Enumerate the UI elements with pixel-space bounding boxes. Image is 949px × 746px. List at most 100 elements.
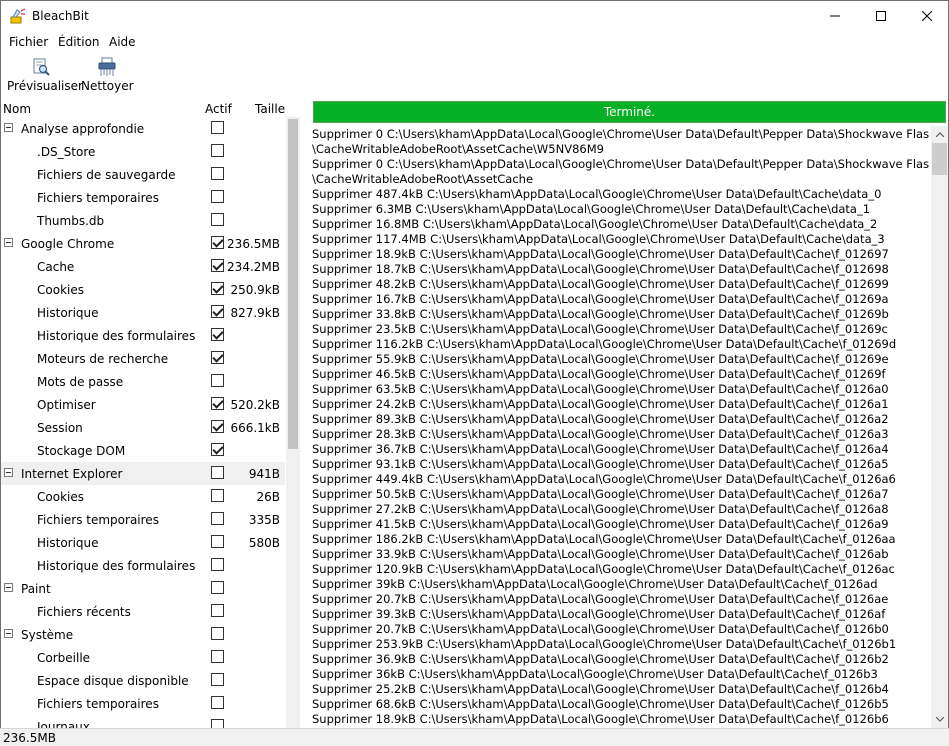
menu-aide[interactable]: Aide [109, 35, 136, 49]
tree-scrollbar-thumb[interactable] [288, 119, 298, 449]
tree-row-size: 234.2MB [227, 260, 280, 274]
tree-option-row[interactable]: Fichiers de sauvegarde [1, 163, 285, 186]
scroll-up-button[interactable] [931, 126, 948, 143]
tree-option-row[interactable]: Cache 234.2MB [1, 255, 285, 278]
tree-row-label: Stockage DOM [37, 444, 126, 458]
column-active[interactable]: Actif [205, 102, 232, 116]
tree-group-row[interactable]: Google Chrome 236.5MB [1, 232, 285, 255]
tree-option-row[interactable]: Cookies 250.9kB [1, 278, 285, 301]
active-checkbox[interactable] [211, 696, 224, 709]
tree-option-row[interactable]: Fichiers temporaires 335B [1, 508, 285, 531]
tree-option-row[interactable]: Historique des formulaires [1, 324, 285, 347]
collapse-icon[interactable] [4, 123, 13, 132]
tree-scrollbar[interactable] [286, 117, 300, 728]
log-line: Supprimer 449.4kB C:\Users\kham\AppData\… [312, 472, 896, 486]
active-checkbox[interactable] [211, 489, 224, 502]
tree-option-row[interactable]: Moteurs de recherche [1, 347, 285, 370]
active-checkbox[interactable] [211, 466, 224, 479]
log-line: Supprimer 24.2kB C:\Users\kham\AppData\L… [312, 397, 889, 411]
active-checkbox[interactable] [211, 604, 224, 617]
tree-row-label: Fichiers de sauvegarde [37, 168, 176, 182]
active-checkbox[interactable] [211, 121, 224, 134]
tree-option-row[interactable]: Corbeille [1, 646, 285, 669]
close-icon [922, 11, 932, 21]
log-line: Supprimer 16.8MB C:\Users\kham\AppData\L… [312, 217, 878, 231]
tree-group-row[interactable]: Analyse approfondie [1, 117, 285, 140]
log-scrollbar-thumb[interactable] [932, 143, 947, 175]
active-checkbox[interactable] [211, 167, 224, 180]
active-checkbox[interactable] [211, 512, 224, 525]
tree-option-row[interactable]: Historique 827.9kB [1, 301, 285, 324]
tree-option-row[interactable]: Fichiers récents [1, 600, 285, 623]
active-checkbox[interactable] [211, 650, 224, 663]
log-line: Supprimer 93.1kB C:\Users\kham\AppData\L… [312, 457, 889, 471]
tree-row-label: Historique [37, 536, 99, 550]
log-line: Supprimer 120.9kB C:\Users\kham\AppData\… [312, 562, 895, 576]
tree-option-row[interactable]: Fichiers temporaires [1, 186, 285, 209]
log-line: Supprimer 18.7kB C:\Users\kham\AppData\L… [312, 262, 889, 276]
tree-row-label: Système [21, 628, 74, 642]
tree-row-label: Internet Explorer [21, 467, 123, 481]
active-checkbox[interactable] [211, 673, 224, 686]
active-checkbox[interactable] [211, 443, 224, 456]
tree-row-label: Moteurs de recherche [37, 352, 169, 366]
minimize-icon [830, 15, 840, 17]
active-checkbox[interactable] [211, 535, 224, 548]
tree-option-row[interactable]: Historique des formulaires [1, 554, 285, 577]
active-checkbox[interactable] [211, 420, 224, 433]
active-checkbox[interactable] [211, 305, 224, 318]
tree-group-row[interactable]: Internet Explorer 941B [1, 462, 285, 485]
active-checkbox[interactable] [211, 397, 224, 410]
maximize-button[interactable] [858, 1, 904, 31]
log-line: Supprimer 48.2kB C:\Users\kham\AppData\L… [312, 277, 889, 291]
menu-edition[interactable]: Édition [58, 35, 100, 49]
tree-group-row[interactable]: Système [1, 623, 285, 646]
tree-option-row[interactable]: Thumbs.db [1, 209, 285, 232]
tree-option-row[interactable]: Espace disque disponible [1, 669, 285, 692]
tree-row-label: Historique des formulaires [37, 329, 196, 343]
active-checkbox[interactable] [211, 719, 224, 728]
active-checkbox[interactable] [211, 282, 224, 295]
log-line: Supprimer 117.4MB C:\Users\kham\AppData\… [312, 232, 885, 246]
column-name[interactable]: Nom [3, 102, 31, 116]
log-line: Supprimer 186.2kB C:\Users\kham\AppData\… [312, 532, 896, 546]
scroll-down-button[interactable] [931, 711, 948, 728]
collapse-icon[interactable] [4, 468, 13, 477]
menu-fichier[interactable]: Fichier [9, 35, 48, 49]
active-checkbox[interactable] [211, 259, 224, 272]
active-checkbox[interactable] [211, 328, 224, 341]
active-checkbox[interactable] [211, 190, 224, 203]
active-checkbox[interactable] [211, 236, 224, 249]
active-checkbox[interactable] [211, 627, 224, 640]
tree-option-row[interactable]: Optimiser 520.2kB [1, 393, 285, 416]
log-scrollbar[interactable] [931, 126, 948, 728]
active-checkbox[interactable] [211, 351, 224, 364]
tree-option-row[interactable]: Mots de passe [1, 370, 285, 393]
minimize-button[interactable] [812, 1, 858, 31]
clean-button[interactable]: Nettoyer [81, 57, 134, 93]
tree-option-row[interactable]: Historique 580B [1, 531, 285, 554]
active-checkbox[interactable] [211, 581, 224, 594]
log-line: Supprimer 25.2kB C:\Users\kham\AppData\L… [312, 682, 889, 696]
tree-option-row[interactable]: Cookies 26B [1, 485, 285, 508]
log-line: Supprimer 0 C:\Users\kham\AppData\Local\… [312, 157, 930, 171]
active-checkbox[interactable] [211, 144, 224, 157]
active-checkbox[interactable] [211, 213, 224, 226]
tree-option-row[interactable]: Stockage DOM [1, 439, 285, 462]
tree-option-row[interactable]: Fichiers temporaires [1, 692, 285, 715]
tree-option-row[interactable]: .DS_Store [1, 140, 285, 163]
tree-row-label: Corbeille [37, 651, 91, 665]
column-size[interactable]: Taille [255, 102, 285, 116]
preview-button[interactable]: Prévisualiser [7, 57, 83, 93]
active-checkbox[interactable] [211, 374, 224, 387]
close-button[interactable] [904, 1, 949, 31]
active-checkbox[interactable] [211, 558, 224, 571]
tree-group-row[interactable]: Paint [1, 577, 285, 600]
log-view[interactable]: Supprimer 0 C:\Users\kham\AppData\Local\… [311, 126, 930, 728]
tree-option-row[interactable]: Session 666.1kB [1, 416, 285, 439]
collapse-icon[interactable] [4, 238, 13, 247]
tree-option-row[interactable]: Journaux [1, 715, 285, 728]
collapse-icon[interactable] [4, 629, 13, 638]
preview-magnifier-icon [33, 58, 50, 76]
collapse-icon[interactable] [4, 583, 13, 592]
